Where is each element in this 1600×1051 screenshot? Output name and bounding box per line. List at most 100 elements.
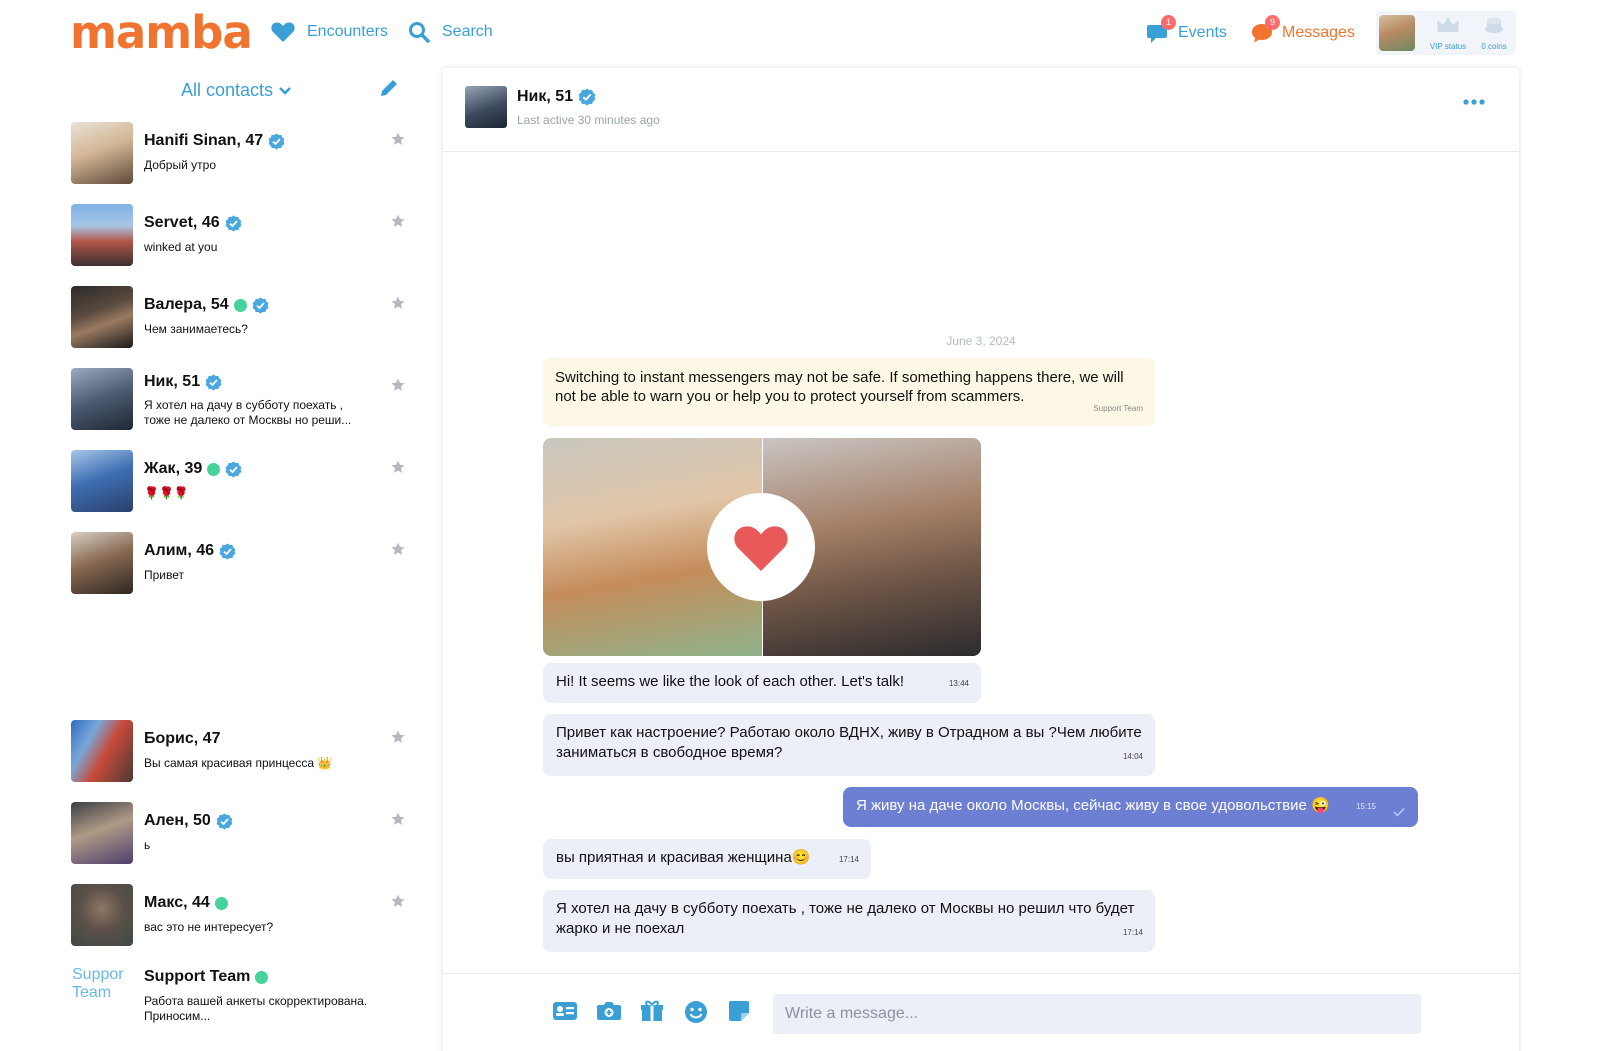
warning-sender: Support Team: [1093, 404, 1143, 413]
contact-avatar: [71, 532, 133, 594]
verified-icon: [219, 543, 236, 559]
star-icon[interactable]: [391, 378, 405, 392]
match-heart: [707, 493, 815, 601]
vip-status-button[interactable]: VIP status: [1427, 16, 1469, 51]
star-icon[interactable]: [391, 296, 405, 310]
nav-messages[interactable]: 9 Messages: [1250, 15, 1355, 45]
camera-icon[interactable]: [596, 1000, 622, 1022]
star-icon[interactable]: [391, 132, 405, 146]
sticker-icon[interactable]: [728, 1000, 750, 1022]
contact-preview: Добрый утро: [144, 158, 216, 172]
nav-events-label: Events: [1178, 24, 1227, 41]
message-text: Я хотел на дачу в субботу поехать , тоже…: [556, 900, 1135, 937]
contact-preview: Чем занимаетесь?: [144, 322, 248, 336]
contact-item[interactable]: Алим, 46 Привет: [55, 532, 425, 602]
crown-icon: [1437, 17, 1459, 32]
verified-icon: [578, 88, 596, 106]
star-icon[interactable]: [391, 894, 405, 908]
contact-item[interactable]: Servet, 46 winked at you: [55, 204, 425, 274]
chat-header: Ник, 51 Last active 30 minutes ago: [443, 68, 1519, 152]
star-icon[interactable]: [391, 460, 405, 474]
message-time: 13:44: [948, 679, 969, 688]
message-text: Hi! It seems we like the look of each ot…: [556, 673, 905, 690]
contact-item[interactable]: Борис, 47 Вы самая красивая принцесса 👑: [55, 720, 425, 790]
message-incoming: Hi! It seems we like the look of each ot…: [543, 663, 981, 703]
mutual-like-card: [543, 438, 981, 656]
contact-preview: Работа вашей анкеты скорректирована. При…: [144, 994, 368, 1023]
smile-icon[interactable]: [684, 1000, 708, 1024]
contact-name: Алим, 46: [144, 542, 215, 559]
gift-icon[interactable]: [640, 1000, 664, 1022]
nav-encounters[interactable]: Encounters: [271, 21, 388, 42]
nav-messages-label: Messages: [1282, 24, 1355, 41]
contact-preview: Привет: [144, 568, 185, 582]
contact-preview: 🌹🌹🌹: [144, 486, 189, 500]
contact-item[interactable]: Макс, 44 вас это не интересует?: [55, 884, 425, 954]
contact-item[interactable]: Hanifi Sinan, 47 Добрый утро: [55, 122, 425, 192]
message-text: Я живу на даче около Москвы, сейчас живу…: [856, 797, 1330, 814]
message-composer: [443, 973, 1519, 1051]
coins-button[interactable]: 0 coins: [1473, 16, 1515, 51]
online-indicator: [233, 298, 247, 312]
contacts-sidebar: All contacts Hanifi Sinan, 47 Добрый утр…: [55, 66, 425, 1051]
edit-contacts-button[interactable]: [379, 78, 399, 103]
pencil-icon: [381, 80, 397, 96]
chat-contact-name-row[interactable]: Ник, 51: [517, 88, 596, 106]
contact-avatar: [71, 450, 133, 512]
contact-preview: вас это не интересует?: [144, 920, 274, 934]
star-icon[interactable]: [391, 542, 405, 556]
coins-label: 0 coins: [1481, 42, 1507, 51]
contact-name: Ален, 50: [144, 812, 211, 829]
verified-icon: [225, 461, 242, 477]
coins-icon: [1485, 17, 1503, 33]
contact-name: Жак, 39: [144, 460, 203, 477]
nav-events[interactable]: 1 Events: [1146, 15, 1227, 45]
nav-search[interactable]: Search: [408, 21, 493, 43]
verified-icon: [268, 133, 285, 149]
contact-name: Servet, 46: [144, 214, 220, 231]
message-time: 17:14: [1122, 928, 1143, 937]
contacts-filter-dropdown[interactable]: All contacts: [181, 80, 291, 101]
contact-avatar: [71, 802, 133, 864]
star-icon[interactable]: [391, 812, 405, 826]
message-text: вы приятная и красивая женщина😊: [556, 849, 811, 866]
message-incoming: вы приятная и красивая женщина😊 17:14: [543, 839, 871, 879]
my-avatar[interactable]: [1379, 15, 1415, 51]
top-bar: mamba Encounters Search 1 Events 9 Messa…: [0, 0, 1600, 64]
contact-item[interactable]: Жак, 39 🌹🌹🌹: [55, 450, 425, 520]
contact-item-active[interactable]: Ник, 51 Я хотел на дачу в субботу поехат…: [55, 368, 425, 438]
contact-item[interactable]: Ален, 50 ь: [55, 802, 425, 872]
contact-preview: Я хотел на дачу в субботу поехать , тоже…: [144, 398, 352, 427]
message-input[interactable]: [773, 994, 1421, 1034]
contact-card-icon[interactable]: [552, 1000, 578, 1022]
nav-encounters-label: Encounters: [307, 22, 388, 40]
heart-icon: [271, 22, 295, 42]
online-indicator: [207, 462, 221, 476]
star-icon[interactable]: [391, 214, 405, 228]
verified-icon: [205, 374, 222, 390]
messages-badge: 9: [1265, 15, 1280, 30]
contact-item-support[interactable]: Suppor Team Support Team Работа вашей ан…: [55, 966, 425, 1036]
chat-contact-avatar[interactable]: [465, 86, 507, 128]
check-icon: [1393, 807, 1405, 817]
search-icon: [409, 22, 430, 43]
contact-item[interactable]: Валера, 54 Чем занимаетесь?: [55, 286, 425, 356]
message-time: 14:04: [1122, 752, 1143, 761]
message-text: Привет как настроение? Работаю около ВДН…: [556, 724, 1142, 761]
contact-avatar: [71, 122, 133, 184]
vip-status-label: VIP status: [1429, 42, 1467, 51]
contact-name: Hanifi Sinan, 47: [144, 132, 264, 149]
message-incoming: Привет как настроение? Работаю около ВДН…: [543, 714, 1155, 776]
contact-avatar: [71, 286, 133, 348]
date-separator: June 3, 2024: [946, 334, 1016, 348]
contact-name: Борис, 47: [144, 730, 221, 747]
heart-icon: [734, 526, 788, 571]
mamba-logo[interactable]: mamba: [70, 6, 253, 59]
more-icon[interactable]: [1463, 98, 1485, 106]
chat-contact-name: Ник, 51: [517, 88, 574, 105]
star-icon[interactable]: [391, 730, 405, 744]
verified-icon: [252, 297, 269, 313]
online-indicator: [214, 896, 228, 910]
contact-avatar: [71, 204, 133, 266]
contact-preview: Вы самая красивая принцесса 👑: [144, 756, 333, 770]
